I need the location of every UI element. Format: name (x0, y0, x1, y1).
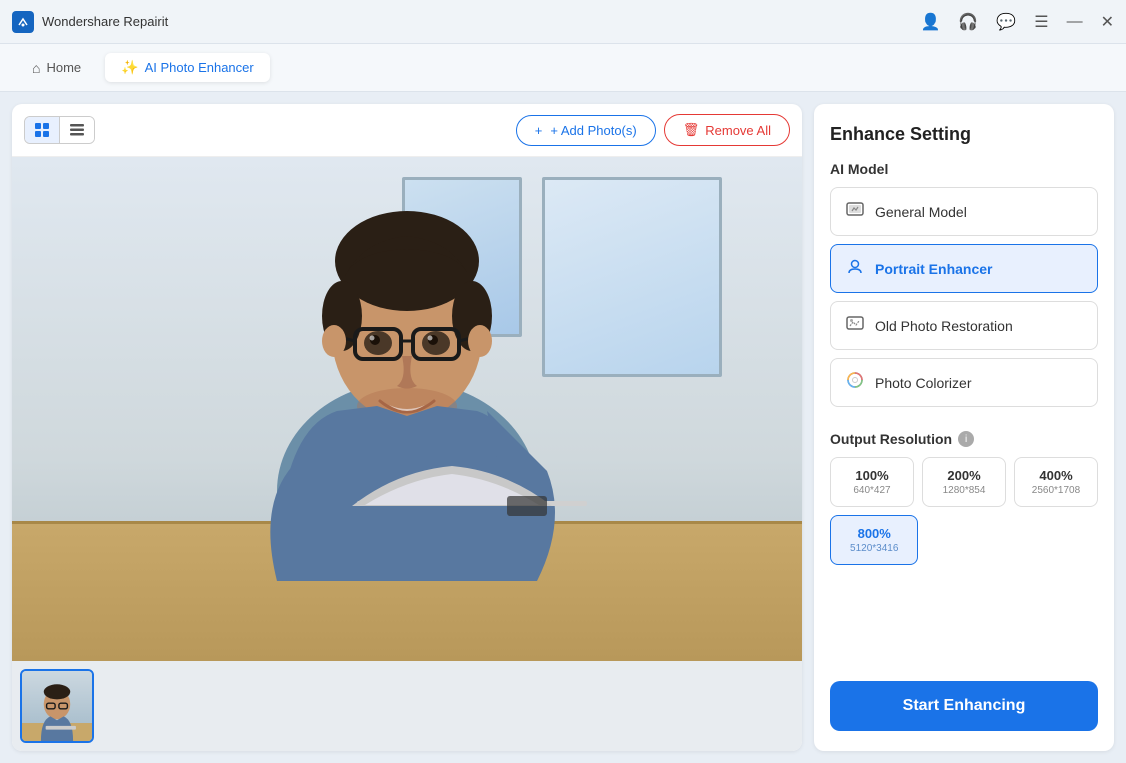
info-icon[interactable]: i (958, 431, 974, 447)
tab-ai-photo[interactable]: ✨ AI Photo Enhancer (105, 53, 270, 82)
list-view-button[interactable] (59, 117, 94, 143)
person-image (197, 157, 617, 581)
trash-icon: 🗑 (683, 122, 700, 138)
grid-view-button[interactable] (25, 117, 59, 143)
left-panel: + + Add Photo(s) 🗑 Remove All (12, 104, 802, 751)
add-photos-button[interactable]: + + Add Photo(s) (516, 115, 656, 146)
start-enhancing-button[interactable]: Start Enhancing (830, 681, 1098, 731)
headphone-icon[interactable]: 🎧 (958, 12, 978, 32)
close-button[interactable]: ✕ (1101, 12, 1114, 32)
general-model-icon (845, 200, 865, 223)
app-title: Wondershare Repairit (42, 14, 168, 29)
home-icon: ⌂ (32, 60, 40, 76)
resolution-200[interactable]: 200% 1280*854 (922, 457, 1006, 507)
resolution-label-row: Output Resolution i (830, 431, 1098, 447)
resolution-100[interactable]: 100% 640*427 (830, 457, 914, 507)
main-content: + + Add Photo(s) 🗑 Remove All (0, 92, 1126, 763)
res-100-sub: 640*427 (853, 485, 890, 496)
model-colorizer[interactable]: Photo Colorizer (830, 358, 1098, 407)
resolution-grid: 100% 640*427 200% 1280*854 400% 2560*170… (830, 457, 1098, 507)
ai-icon: ✨ (121, 59, 138, 76)
colorizer-icon (845, 371, 865, 394)
resolution-label: Output Resolution (830, 431, 952, 447)
user-icon[interactable]: 👤 (920, 12, 940, 32)
general-model-label: General Model (875, 204, 967, 220)
colorizer-label: Photo Colorizer (875, 375, 972, 391)
resolution-400[interactable]: 400% 2560*1708 (1014, 457, 1098, 507)
res-200-sub: 1280*854 (943, 485, 986, 496)
res-100-label: 100% (855, 468, 888, 483)
toolbar: + + Add Photo(s) 🗑 Remove All (12, 104, 802, 157)
photo-area (12, 157, 802, 661)
res-800-sub: 5120*3416 (850, 543, 898, 554)
chat-icon[interactable]: 💬 (996, 12, 1016, 32)
menu-icon[interactable]: ☰ (1034, 12, 1048, 32)
res-800-label: 800% (858, 526, 891, 541)
remove-all-label: Remove All (705, 123, 771, 138)
portrait-icon (845, 257, 865, 280)
thumbnail-item[interactable] (20, 669, 94, 743)
resolution-800-row: 800% 5120*3416 (830, 515, 1098, 565)
res-400-sub: 2560*1708 (1032, 485, 1080, 496)
thumbnail-strip (12, 661, 802, 751)
tab-home-label: Home (46, 60, 81, 75)
panel-title: Enhance Setting (830, 124, 1098, 145)
right-panel: Enhance Setting AI Model General Model (814, 104, 1114, 751)
resolution-800[interactable]: 800% 5120*3416 (830, 515, 918, 565)
old-photo-label: Old Photo Restoration (875, 318, 1013, 334)
ai-model-label: AI Model (830, 161, 1098, 177)
add-photos-label: + Add Photo(s) (550, 123, 636, 138)
model-portrait[interactable]: Portrait Enhancer (830, 244, 1098, 293)
nav-bar: ⌂ Home ✨ AI Photo Enhancer (0, 44, 1126, 92)
resolution-section: Output Resolution i 100% 640*427 200% 12… (830, 431, 1098, 565)
portrait-enhancer-label: Portrait Enhancer (875, 261, 992, 277)
minimize-icon[interactable]: — (1067, 13, 1083, 31)
model-old-photo[interactable]: Old Photo Restoration (830, 301, 1098, 350)
view-toggle (24, 116, 95, 144)
res-200-label: 200% (947, 468, 980, 483)
title-bar: Wondershare Repairit 👤 🎧 💬 ☰ — ✕ (0, 0, 1126, 44)
tab-ai-photo-label: AI Photo Enhancer (145, 60, 254, 75)
res-400-label: 400% (1039, 468, 1072, 483)
model-general[interactable]: General Model (830, 187, 1098, 236)
add-icon: + (535, 123, 543, 138)
ai-model-section: AI Model General Model (830, 161, 1098, 415)
remove-all-button[interactable]: 🗑 Remove All (664, 114, 790, 146)
title-bar-icons: 👤 🎧 💬 ☰ — ✕ (920, 12, 1114, 32)
old-photo-icon (845, 314, 865, 337)
main-photo (12, 157, 802, 661)
title-bar-left: Wondershare Repairit (12, 11, 168, 33)
tab-home[interactable]: ⌂ Home (16, 54, 97, 82)
app-logo (12, 11, 34, 33)
